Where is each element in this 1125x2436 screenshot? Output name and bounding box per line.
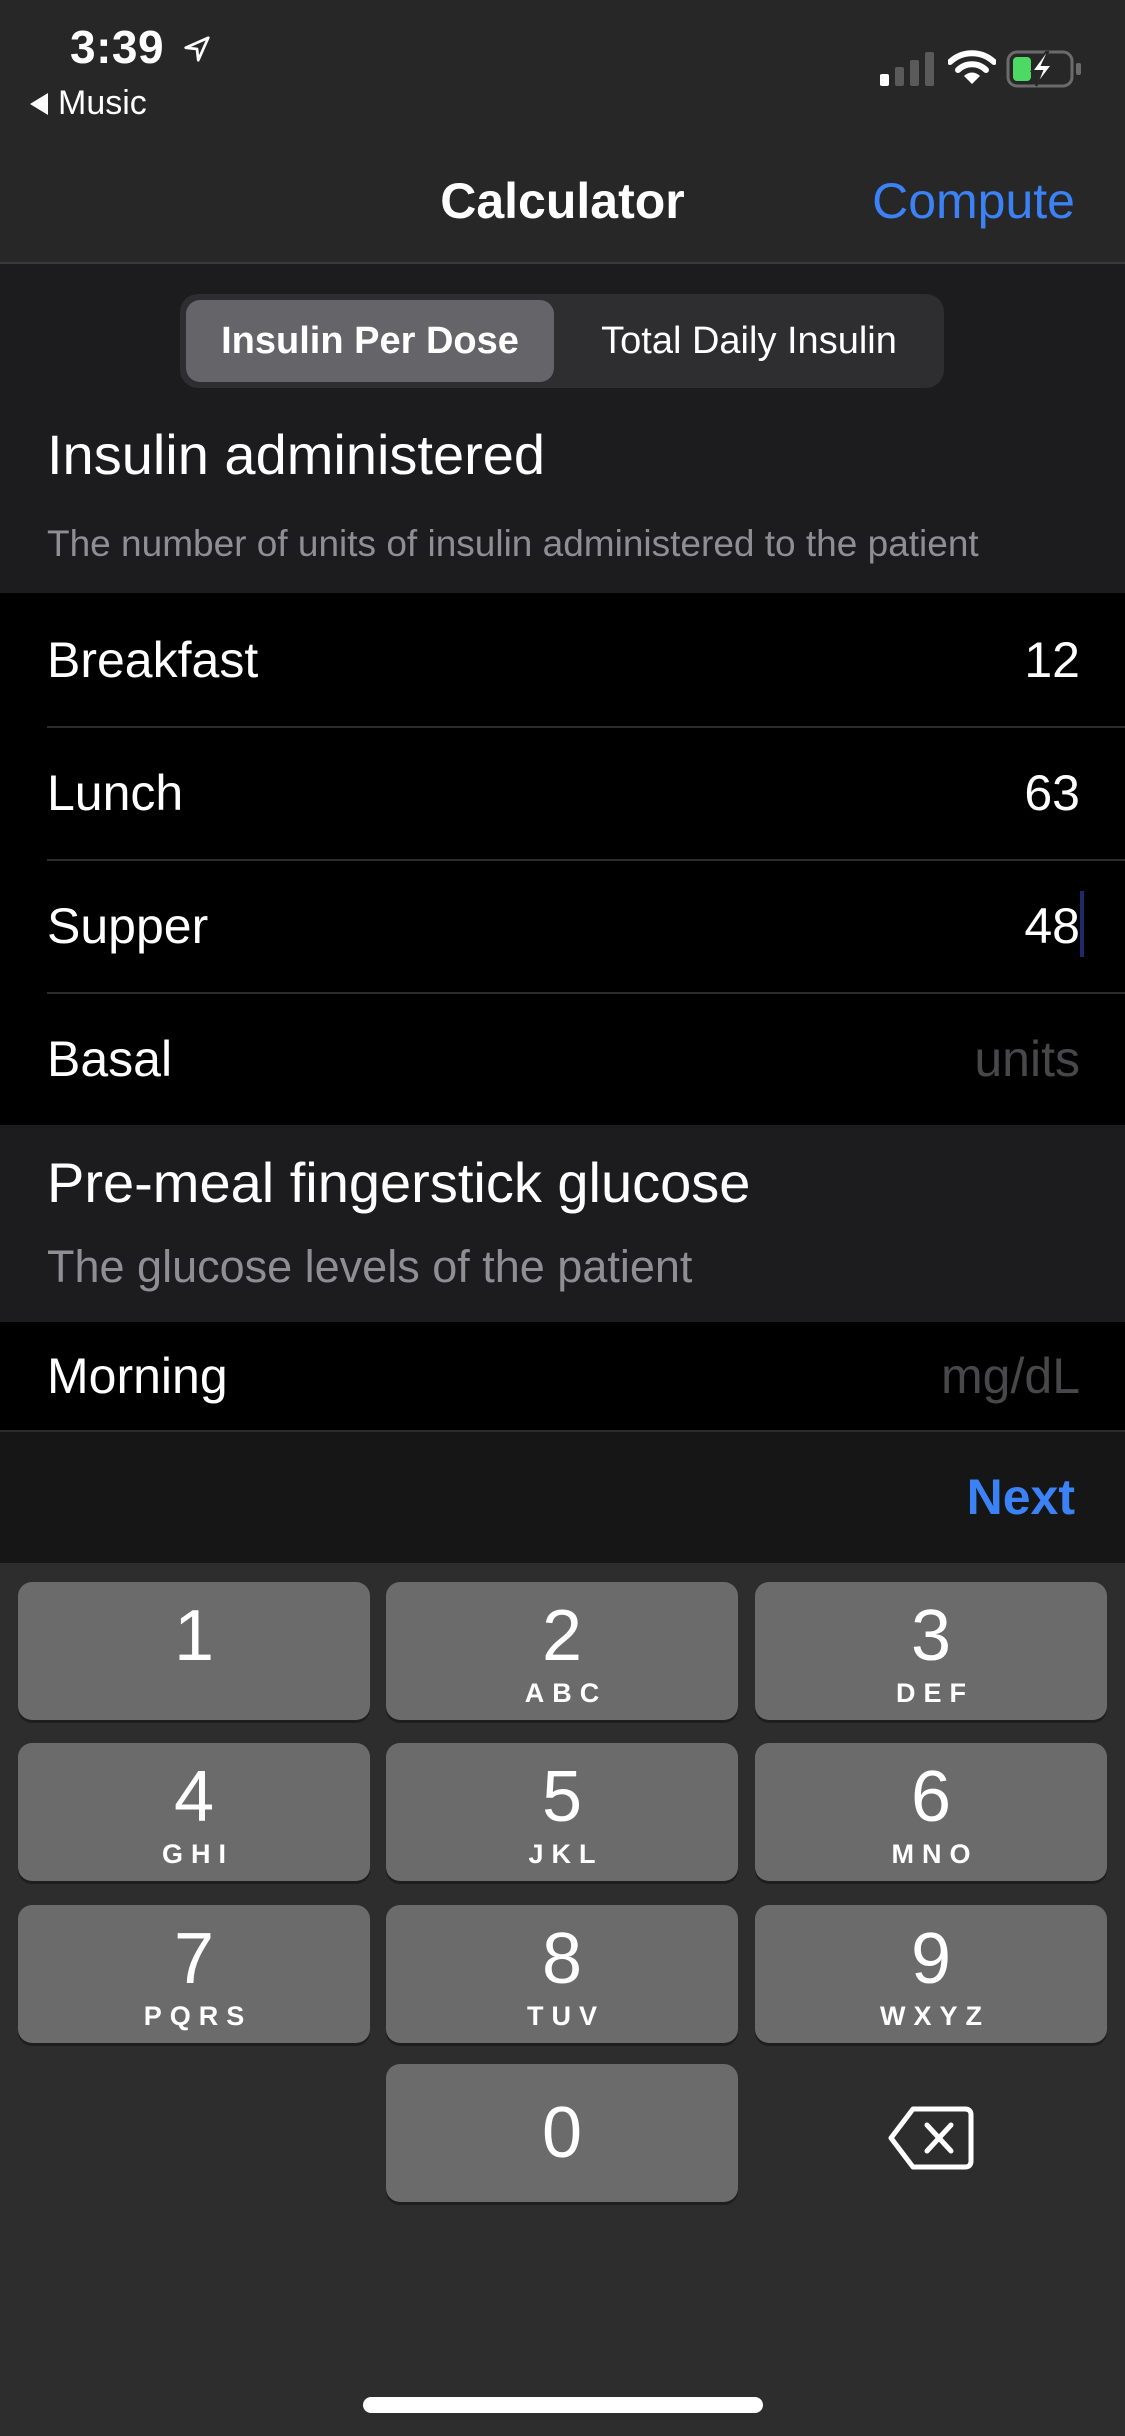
breakfast-input[interactable]: 12 — [1024, 631, 1080, 689]
key-8[interactable]: 8 TUV — [386, 1905, 738, 2043]
text-cursor — [1080, 890, 1084, 957]
section-title-glucose: Pre-meal fingerstick glucose — [47, 1151, 751, 1214]
insulin-list: Breakfast 12 Lunch 63 Supper 48 Basal un… — [0, 593, 1125, 1125]
list-item-morning[interactable]: Morning mg/dL — [0, 1322, 1125, 1430]
key-letters: PQRS — [143, 2001, 253, 2031]
next-button[interactable]: Next — [967, 1468, 1075, 1526]
key-6[interactable]: 6 MNO — [755, 1743, 1107, 1881]
back-triangle-icon — [30, 92, 48, 115]
mode-segmented-control: Insulin Per Dose Total Daily Insulin — [180, 294, 944, 388]
key-digit: 9 — [910, 1919, 952, 1999]
key-7[interactable]: 7 PQRS — [18, 1905, 370, 2043]
key-digit: 0 — [541, 2093, 583, 2173]
backspace-icon[interactable] — [885, 2103, 975, 2173]
basal-input[interactable]: units — [974, 1030, 1080, 1088]
segment-total-daily-insulin[interactable]: Total Daily Insulin — [560, 300, 938, 382]
list-item-basal[interactable]: Basal units — [0, 992, 1125, 1125]
key-digit: 7 — [173, 1919, 215, 1999]
morning-input[interactable]: mg/dL — [941, 1347, 1080, 1405]
row-label: Morning — [47, 1348, 228, 1404]
compute-button[interactable]: Compute — [872, 172, 1075, 230]
key-letters: WXYZ — [880, 2001, 990, 2031]
segment-insulin-per-dose[interactable]: Insulin Per Dose — [186, 300, 554, 382]
supper-value: 48 — [1024, 897, 1080, 954]
back-to-app-button[interactable]: Music — [30, 84, 147, 123]
row-label: Basal — [47, 1030, 173, 1087]
home-indicator[interactable] — [363, 2397, 763, 2413]
key-letters: JKL — [528, 1839, 604, 1869]
location-arrow-icon — [184, 36, 210, 62]
key-digit: 1 — [173, 1596, 215, 1676]
row-label: Lunch — [47, 764, 184, 821]
key-5[interactable]: 5 JKL — [386, 1743, 738, 1881]
row-label: Supper — [47, 897, 209, 954]
status-time: 3:39 — [70, 21, 165, 73]
key-digit: 2 — [541, 1596, 583, 1676]
section-description-glucose: The glucose levels of the patient — [47, 1241, 693, 1292]
battery-charging-icon — [1006, 50, 1081, 88]
key-digit: 4 — [173, 1757, 215, 1837]
key-letters: ABC — [524, 1678, 608, 1708]
section-description-insulin: The number of units of insulin administe… — [47, 523, 979, 564]
keyboard-toolbar: Next — [0, 1430, 1125, 1563]
list-item-breakfast[interactable]: Breakfast 12 — [0, 593, 1125, 726]
row-label: Breakfast — [47, 631, 259, 688]
key-digit: 6 — [910, 1757, 952, 1837]
key-1[interactable]: 1 — [18, 1582, 370, 1720]
key-4[interactable]: 4 GHI — [18, 1743, 370, 1881]
key-letters: TUV — [527, 2001, 605, 2031]
key-letters: MNO — [891, 1839, 979, 1869]
key-0[interactable]: 0 — [386, 2064, 738, 2202]
list-item-supper[interactable]: Supper 48 — [0, 859, 1125, 992]
key-digit: 3 — [910, 1596, 952, 1676]
key-letters: GHI — [161, 1839, 234, 1869]
navigation-bar: Calculator Compute — [0, 150, 1125, 264]
back-app-label: Music — [58, 84, 147, 122]
section-title-insulin: Insulin administered — [47, 423, 546, 486]
key-2[interactable]: 2 ABC — [386, 1582, 738, 1720]
wifi-icon — [948, 50, 996, 84]
key-9[interactable]: 9 WXYZ — [755, 1905, 1107, 2043]
key-digit: 8 — [541, 1919, 583, 1999]
supper-input[interactable]: 48 — [1024, 890, 1084, 957]
list-item-lunch[interactable]: Lunch 63 — [0, 726, 1125, 859]
key-digit: 5 — [541, 1757, 583, 1837]
key-letters: DEF — [896, 1678, 974, 1708]
lunch-input[interactable]: 63 — [1024, 764, 1080, 822]
key-3[interactable]: 3 DEF — [755, 1582, 1107, 1720]
cellular-signal-icon — [880, 52, 934, 86]
numeric-keypad: 1 2 ABC 3 DEF 4 GHI 5 JKL 6 MNO 7 PQRS 8… — [0, 1563, 1125, 2436]
glucose-list: Morning mg/dL — [0, 1322, 1125, 1430]
